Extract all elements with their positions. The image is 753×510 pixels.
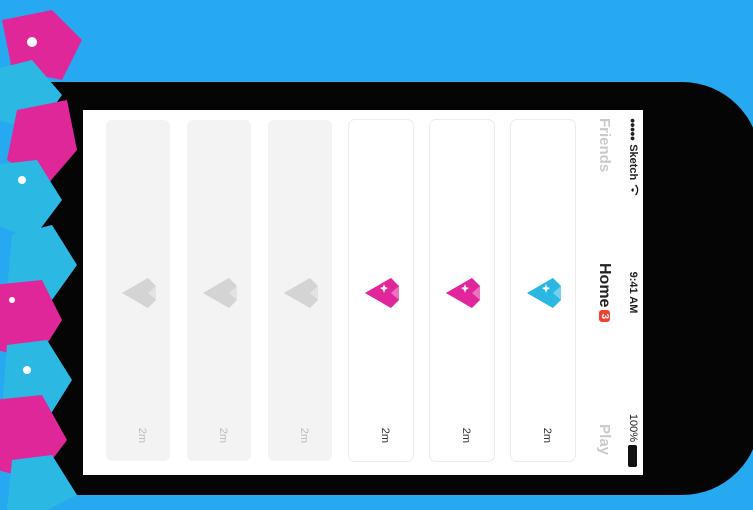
gem-card[interactable]: 2m (106, 120, 170, 461)
notification-badge: 3 (598, 310, 610, 322)
gem-icon (446, 278, 480, 308)
tab-home-label: Home (596, 262, 613, 308)
tab-home[interactable]: Home 3 (595, 110, 613, 475)
gem-icon (203, 278, 237, 308)
gem-cluster-icon (0, 10, 82, 510)
gem-icon (284, 278, 318, 308)
gem-card-time: 2m (298, 427, 310, 443)
status-bar: ●●●●● Sketch 9:41 AM 100% (623, 110, 643, 475)
gem-decoration (0, 10, 82, 510)
gem-card[interactable]: 2m (187, 120, 251, 461)
tab-play[interactable]: Play (596, 424, 613, 455)
gem-card[interactable]: 2m (349, 120, 413, 461)
top-nav: Friends Home3 Play (567, 110, 623, 475)
gem-card-time: 2m (379, 427, 391, 443)
battery-icon (628, 445, 638, 467)
gem-icon (122, 278, 156, 308)
gem-card-time: 2m (541, 427, 553, 443)
gem-card-time: 2m (460, 427, 472, 443)
gem-card[interactable]: 2m (511, 120, 575, 461)
gem-card[interactable]: 2m (430, 120, 494, 461)
phone-screen: ●●●●● Sketch 9:41 AM 100% Friends Home3 … (83, 110, 643, 475)
gem-icon (365, 278, 399, 308)
gem-card-time: 2m (136, 427, 148, 443)
gem-card[interactable]: 2m (268, 120, 332, 461)
battery-percent: 100% (627, 413, 639, 442)
gem-card-time: 2m (217, 427, 229, 443)
gem-icon (527, 278, 561, 308)
